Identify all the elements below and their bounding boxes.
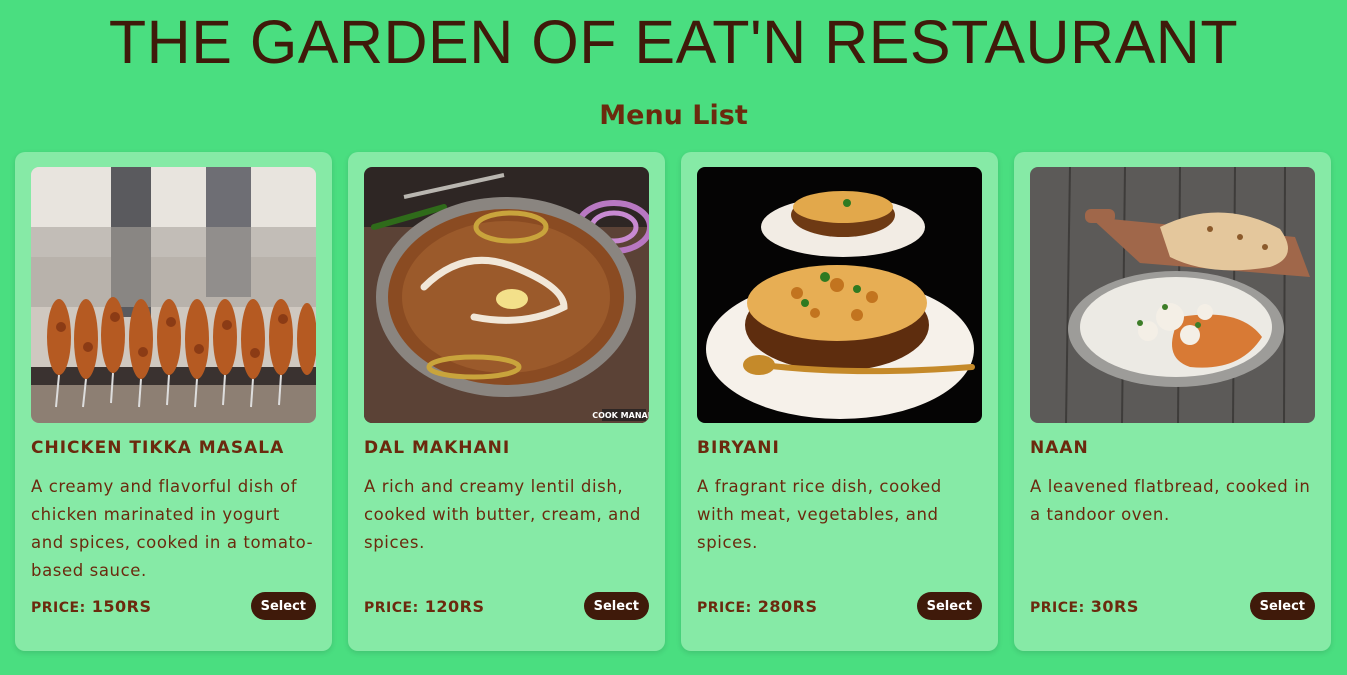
select-button[interactable]: Select [250,592,316,620]
dish-name: Dal Makhani [364,438,511,458]
price-value: 120RS [424,596,485,616]
select-button[interactable]: Select [1249,592,1315,620]
dish-name: Chicken Tikka Masala [31,438,285,458]
select-button[interactable]: Select [916,592,982,620]
price-value: 280RS [757,596,818,616]
dish-description: A fragrant rice dish, cooked with meat, … [697,477,942,552]
dish-price: PRICE: 150RS [31,597,152,616]
card-footer: PRICE: 120RS Select [364,592,649,620]
menu-card-dal-makhani: COOK MANALI Dal Makhani A rich and cream… [348,152,665,651]
price-value: 30RS [1090,596,1139,616]
price-label: PRICE: [1030,599,1085,616]
price-label: PRICE: [364,599,419,616]
menu-card-chicken-tikka-masala: Chicken Tikka Masala A creamy and flavor… [15,152,332,651]
image-watermark: COOK MANALI [592,411,649,420]
dal-makhani-image: COOK MANALI [364,167,649,423]
price-label: PRICE: [697,599,752,616]
menu-list-heading: Menu List [599,100,748,131]
restaurant-title: THE GARDEN OF EAT'N RESTAURANT [108,8,1239,76]
dish-price: PRICE: 280RS [697,597,818,616]
dish-description: A leavened flatbread, cooked in a tandoo… [1030,477,1311,524]
menu-card-naan: Naan A leavened flatbread, cooked in a t… [1014,152,1331,651]
dish-price: PRICE: 120RS [364,597,485,616]
price-value: 150RS [91,596,152,616]
card-footer: PRICE: 280RS Select [697,592,982,620]
dish-name: Naan [1030,438,1089,458]
card-footer: PRICE: 30RS Select [1030,592,1315,620]
chicken-skewers-image [31,167,316,423]
biryani-image [697,167,982,423]
dish-price: PRICE: 30RS [1030,597,1139,616]
naan-image [1030,167,1315,423]
dish-description: A creamy and flavorful dish of chicken m… [31,477,314,580]
card-footer: PRICE: 150RS Select [31,592,316,620]
select-button[interactable]: Select [583,592,649,620]
menu-card-grid: Chicken Tikka Masala A creamy and flavor… [15,152,1331,651]
dish-name: Biryani [697,438,780,458]
price-label: PRICE: [31,599,86,616]
menu-card-biryani: Biryani A fragrant rice dish, cooked wit… [681,152,998,651]
dish-description: A rich and creamy lentil dish, cooked wi… [364,477,642,552]
